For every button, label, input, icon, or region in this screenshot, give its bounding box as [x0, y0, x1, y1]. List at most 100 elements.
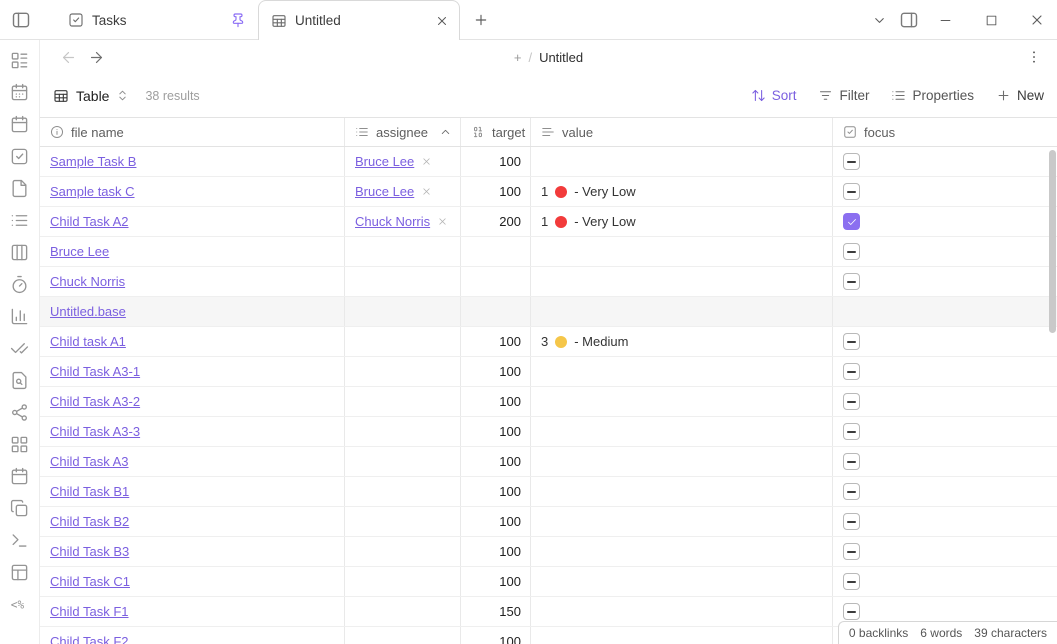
focus-checkbox-indeterminate[interactable]: [843, 183, 860, 200]
cell-target[interactable]: [461, 267, 531, 296]
column-header-target[interactable]: target: [461, 118, 531, 146]
cell-target[interactable]: 200: [461, 207, 531, 236]
cell-value[interactable]: [531, 297, 833, 326]
focus-checkbox-checked[interactable]: [843, 213, 860, 230]
columns-3-icon[interactable]: [10, 243, 29, 262]
cell-assignee[interactable]: [345, 567, 461, 596]
template-code-icon[interactable]: <%: [10, 595, 29, 614]
pin-icon[interactable]: [230, 12, 246, 28]
cell-target[interactable]: [461, 237, 531, 266]
cell-assignee[interactable]: [345, 237, 461, 266]
cell-assignee[interactable]: [345, 597, 461, 626]
file-link[interactable]: Child Task B2: [50, 514, 129, 529]
cell-assignee[interactable]: [345, 417, 461, 446]
file-link[interactable]: Child Task A3-3: [50, 424, 140, 439]
page-title[interactable]: Untitled: [539, 50, 583, 65]
cell-value[interactable]: 1- Very Low: [531, 207, 833, 236]
assignee-link[interactable]: Chuck Norris: [355, 214, 430, 229]
file-link[interactable]: Child Task F2: [50, 634, 129, 644]
terminal-icon[interactable]: [10, 531, 29, 550]
view-label[interactable]: Table: [76, 88, 109, 104]
file-icon[interactable]: [10, 179, 29, 198]
cell-target[interactable]: 100: [461, 417, 531, 446]
tab-close-icon[interactable]: [435, 14, 449, 28]
cell-assignee[interactable]: [345, 627, 461, 644]
cell-assignee[interactable]: Bruce Lee: [345, 177, 461, 206]
cell-target[interactable]: 100: [461, 537, 531, 566]
file-link[interactable]: Chuck Norris: [50, 274, 125, 289]
cell-value[interactable]: [531, 267, 833, 296]
cell-target[interactable]: [461, 297, 531, 326]
check-square-icon[interactable]: [10, 147, 29, 166]
file-link[interactable]: Child Task B1: [50, 484, 129, 499]
focus-checkbox-indeterminate[interactable]: [843, 603, 860, 620]
view-chooser-icon[interactable]: [116, 89, 129, 102]
column-header-name[interactable]: file name: [40, 118, 345, 146]
copy-icon[interactable]: [10, 499, 29, 518]
focus-checkbox-indeterminate[interactable]: [843, 513, 860, 530]
right-sidebar-toggle-icon[interactable]: [898, 9, 920, 31]
cell-value[interactable]: [531, 237, 833, 266]
focus-checkbox-indeterminate[interactable]: [843, 273, 860, 290]
cell-assignee[interactable]: Chuck Norris: [345, 207, 461, 236]
focus-checkbox-indeterminate[interactable]: [843, 573, 860, 590]
remove-assignee-icon[interactable]: [421, 156, 432, 167]
checks-icon[interactable]: [10, 339, 29, 358]
cell-target[interactable]: 100: [461, 567, 531, 596]
cell-assignee[interactable]: [345, 357, 461, 386]
cell-value[interactable]: [531, 147, 833, 176]
focus-checkbox-indeterminate[interactable]: [843, 423, 860, 440]
file-search-icon[interactable]: [10, 371, 29, 390]
cell-assignee[interactable]: Bruce Lee: [345, 147, 461, 176]
assignee-link[interactable]: Bruce Lee: [355, 154, 414, 169]
cell-target[interactable]: 100: [461, 147, 531, 176]
assignee-link[interactable]: Bruce Lee: [355, 184, 414, 199]
cell-value[interactable]: [531, 627, 833, 644]
cell-assignee[interactable]: [345, 297, 461, 326]
focus-checkbox-indeterminate[interactable]: [843, 153, 860, 170]
file-link[interactable]: Child task A1: [50, 334, 126, 349]
calendar-icon[interactable]: [10, 467, 29, 486]
column-header-assignee[interactable]: assignee: [345, 118, 461, 146]
file-link[interactable]: Child Task A3-1: [50, 364, 140, 379]
focus-checkbox-indeterminate[interactable]: [843, 363, 860, 380]
table-layout-icon[interactable]: [10, 563, 29, 582]
cell-value[interactable]: 3- Medium: [531, 327, 833, 356]
cell-target[interactable]: 100: [461, 447, 531, 476]
file-link[interactable]: Sample Task B: [50, 154, 136, 169]
cell-value[interactable]: [531, 387, 833, 416]
focus-checkbox-indeterminate[interactable]: [843, 393, 860, 410]
sort-asc-icon[interactable]: [439, 126, 452, 139]
cell-value[interactable]: [531, 537, 833, 566]
tab-tasks[interactable]: Tasks: [56, 0, 256, 40]
file-link[interactable]: Sample task C: [50, 184, 135, 199]
properties-button[interactable]: Properties: [891, 88, 974, 103]
new-button[interactable]: New: [996, 88, 1044, 103]
file-link[interactable]: Child Task A3: [50, 454, 129, 469]
cell-target[interactable]: 100: [461, 507, 531, 536]
focus-checkbox-indeterminate[interactable]: [843, 453, 860, 470]
cell-target[interactable]: 100: [461, 627, 531, 644]
cell-target[interactable]: 100: [461, 387, 531, 416]
close-button[interactable]: [1026, 9, 1048, 31]
file-link[interactable]: Child Task B3: [50, 544, 129, 559]
cell-value[interactable]: [531, 417, 833, 446]
file-link[interactable]: Child Task A2: [50, 214, 129, 229]
cell-value[interactable]: [531, 507, 833, 536]
focus-checkbox-indeterminate[interactable]: [843, 543, 860, 560]
cell-target[interactable]: 100: [461, 357, 531, 386]
remove-assignee-icon[interactable]: [421, 186, 432, 197]
minimize-button[interactable]: [934, 9, 956, 31]
focus-checkbox-indeterminate[interactable]: [843, 333, 860, 350]
sort-button[interactable]: Sort: [751, 88, 797, 103]
cell-assignee[interactable]: [345, 267, 461, 296]
file-link[interactable]: Child Task C1: [50, 574, 130, 589]
cell-value[interactable]: [531, 477, 833, 506]
focus-checkbox-indeterminate[interactable]: [843, 483, 860, 500]
cell-assignee[interactable]: [345, 507, 461, 536]
cell-assignee[interactable]: [345, 447, 461, 476]
breadcrumb-prefix[interactable]: +: [514, 50, 522, 65]
cell-value[interactable]: 1- Very Low: [531, 177, 833, 206]
calendar-days-icon[interactable]: [10, 83, 29, 102]
layout-grid-icon[interactable]: [10, 435, 29, 454]
